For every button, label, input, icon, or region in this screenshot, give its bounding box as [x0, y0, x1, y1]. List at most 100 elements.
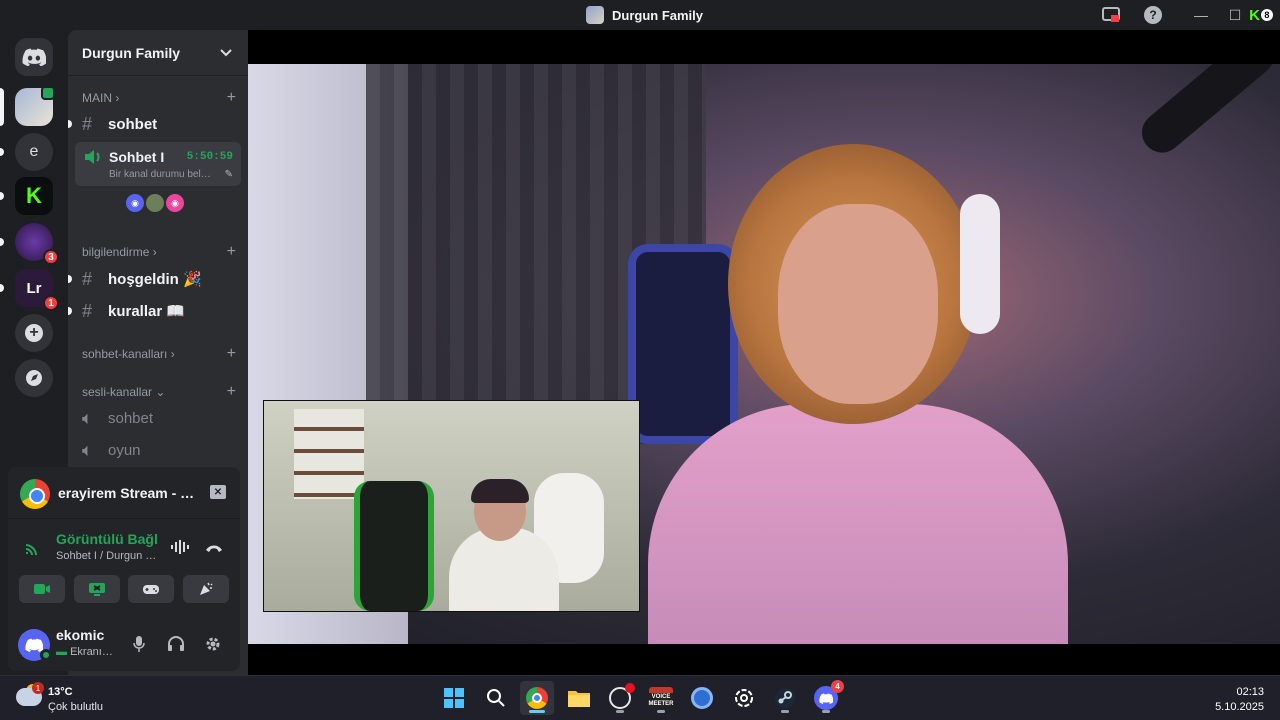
screen-share-button[interactable]	[74, 575, 120, 603]
clock-time: 02:13	[1236, 686, 1264, 698]
running-indicator	[781, 710, 789, 713]
channel-kurallar[interactable]: # kurallar 📖	[68, 297, 240, 325]
chrome-icon	[526, 687, 548, 709]
channel-hosgeldin[interactable]: # hoşgeldin 🎉	[68, 265, 240, 293]
guild-header[interactable]: Durgun Family	[68, 30, 248, 76]
taskbar-app-circle[interactable]	[685, 681, 719, 715]
taskbar-chrome[interactable]	[520, 681, 554, 715]
system-clock[interactable]: 02:13 5.10.2025	[1215, 685, 1264, 715]
microphone-icon	[133, 636, 145, 652]
kick-logo: K	[1249, 6, 1260, 24]
username[interactable]: ekomic	[56, 627, 104, 643]
discord-badge: 4	[831, 680, 844, 693]
text-channel-icon: #	[82, 113, 93, 134]
speaker-icon: 🔈︎	[82, 439, 93, 460]
running-indicator	[657, 710, 665, 713]
window-title: Durgun Family	[586, 6, 703, 24]
taskbar-discord[interactable]: 4	[809, 680, 844, 715]
category-label: sesli-kanallar	[82, 385, 153, 399]
category-bilgilendirme[interactable]: bilgilendirme › +	[82, 243, 236, 261]
minimize-button[interactable]: —	[1188, 4, 1214, 26]
taskbar-obs[interactable]	[603, 681, 637, 715]
search-button[interactable]	[479, 681, 513, 715]
camera-button[interactable]	[19, 575, 65, 603]
chatgpt-icon	[735, 689, 753, 707]
headphones-icon	[168, 636, 184, 651]
edit-icon[interactable]: ✎	[225, 169, 233, 180]
running-indicator	[616, 710, 624, 713]
voice-location[interactable]: Sohbet I / Durgun …	[56, 550, 156, 562]
add-channel-icon[interactable]: +	[227, 243, 236, 261]
weather-badge: 1	[32, 682, 44, 694]
app-icon	[691, 687, 713, 709]
help-button[interactable]: ?	[1140, 4, 1166, 26]
category-label: MAIN	[82, 91, 112, 105]
maximize-button[interactable]: ☐	[1222, 4, 1248, 26]
category-sohbet-kanallari[interactable]: sohbet-kanalları › +	[82, 345, 236, 363]
folder-icon	[568, 691, 590, 707]
voice-participants: ◉ ◉	[124, 192, 186, 214]
gaming-chair-green	[354, 481, 434, 611]
kick-tray-icon[interactable]: K 8	[1248, 5, 1274, 25]
streamer-body	[648, 404, 1068, 644]
mention-badge: 1	[43, 295, 59, 311]
window-title-text: Durgun Family	[612, 7, 704, 23]
add-channel-icon[interactable]: +	[227, 89, 236, 107]
gamepad-icon	[143, 585, 159, 594]
voice-panel: erayirem Stream - … ✕ Görüntülü Bağl Soh…	[8, 467, 240, 671]
compass-icon	[26, 370, 42, 386]
streamer-face	[778, 204, 938, 404]
voice-channel-sohbet[interactable]: 🔈︎ sohbet	[76, 404, 240, 432]
deafen-button[interactable]	[165, 633, 187, 655]
taskbar-steam[interactable]	[768, 681, 802, 715]
category-label: sohbet-kanalları	[82, 347, 168, 361]
category-sesli-kanallar[interactable]: sesli-kanallar ⌄ +	[82, 383, 236, 401]
avatar[interactable]	[144, 192, 166, 214]
add-server-button[interactable]: +	[15, 314, 53, 352]
voice-channel-oyun[interactable]: 🔈︎ oyun	[76, 436, 240, 464]
noise-suppression-icon[interactable]	[170, 539, 190, 560]
activities-button[interactable]	[128, 575, 174, 603]
discord-home-button[interactable]	[15, 38, 53, 76]
server-durgun-family[interactable]	[15, 86, 55, 126]
avatar[interactable]: ◉	[164, 192, 186, 214]
discord-icon	[22, 48, 46, 66]
add-channel-icon[interactable]: +	[227, 383, 236, 401]
stream-footer-bar	[248, 644, 1280, 675]
channel-status: Bir kanal durumu bel…	[109, 169, 211, 180]
voice-connected-label[interactable]: Görüntülü Bağl	[56, 531, 158, 547]
taskbar-voicemeeter[interactable]: VOICE MEETER	[644, 681, 678, 715]
category-main[interactable]: MAIN › +	[82, 89, 236, 107]
server-lr[interactable]: Lr 1	[15, 269, 59, 311]
taskbar-chatgpt[interactable]	[727, 681, 761, 715]
search-icon	[487, 689, 505, 707]
stream-header-bar	[248, 30, 1280, 64]
add-channel-icon[interactable]: +	[227, 345, 236, 363]
voice-active-icon	[41, 86, 55, 100]
avatar[interactable]: ◉	[124, 192, 146, 214]
server-kick[interactable]: K	[15, 177, 53, 215]
running-indicator	[529, 710, 545, 713]
server-purple[interactable]: 3	[15, 223, 59, 265]
weather-temp: 13°C	[48, 686, 73, 698]
mute-button[interactable]	[128, 633, 150, 655]
channel-name: kurallar 📖	[108, 303, 186, 320]
weather-widget[interactable]: 1 13°C Çok bulutlu	[14, 682, 134, 714]
start-button[interactable]	[437, 681, 471, 715]
server-e[interactable]: e	[15, 133, 53, 171]
unread-indicator	[0, 148, 4, 156]
settings-button[interactable]	[202, 633, 224, 655]
disconnect-icon[interactable]	[204, 541, 224, 559]
server-lr-logo: Lr	[26, 279, 42, 297]
speaker-icon: 🔈︎	[82, 407, 93, 428]
voice-channel-sohbet-i[interactable]: Sohbet I 5:50:59 Bir kanal durumu bel… ✎	[75, 142, 241, 186]
channel-sohbet[interactable]: # sohbet	[68, 110, 240, 138]
stop-stream-button[interactable]: ✕	[210, 485, 226, 499]
soundboard-button[interactable]	[183, 575, 229, 603]
chevron-down-icon: ⌄	[155, 385, 166, 399]
obs-icon	[609, 683, 635, 709]
inbox-icon[interactable]	[1098, 4, 1124, 26]
unread-indicator	[0, 238, 4, 246]
discover-button[interactable]	[15, 359, 53, 397]
taskbar-file-explorer[interactable]	[562, 681, 596, 715]
